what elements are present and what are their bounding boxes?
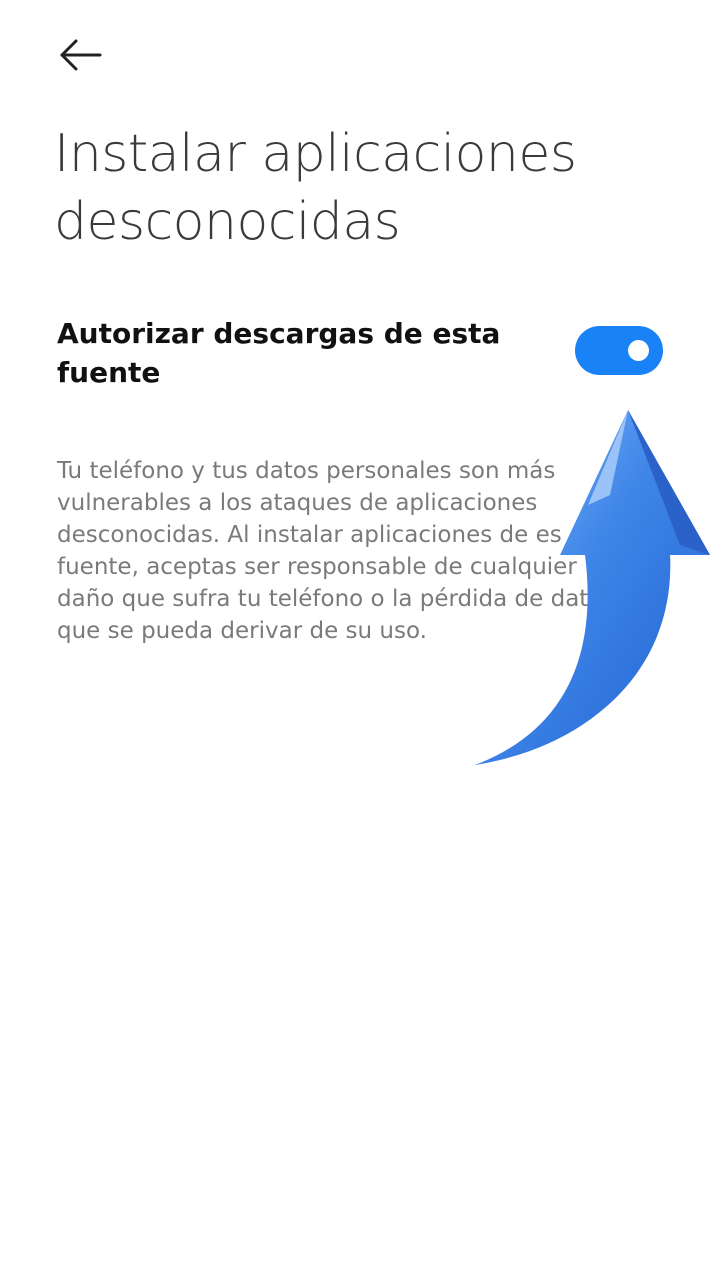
warning-description: Tu teléfono y tus datos personales son m… bbox=[57, 458, 589, 644]
page-title: Instalar aplicaciones desconocidas bbox=[54, 124, 577, 252]
authorize-downloads-setting[interactable]: Autorizar descargas de esta fuente bbox=[0, 300, 720, 410]
back-button[interactable] bbox=[50, 30, 110, 80]
setting-label: Autorizar descargas de esta fuente bbox=[57, 317, 501, 389]
arrow-left-icon bbox=[60, 39, 102, 71]
authorize-downloads-toggle[interactable] bbox=[575, 326, 663, 375]
toggle-knob bbox=[628, 340, 649, 361]
